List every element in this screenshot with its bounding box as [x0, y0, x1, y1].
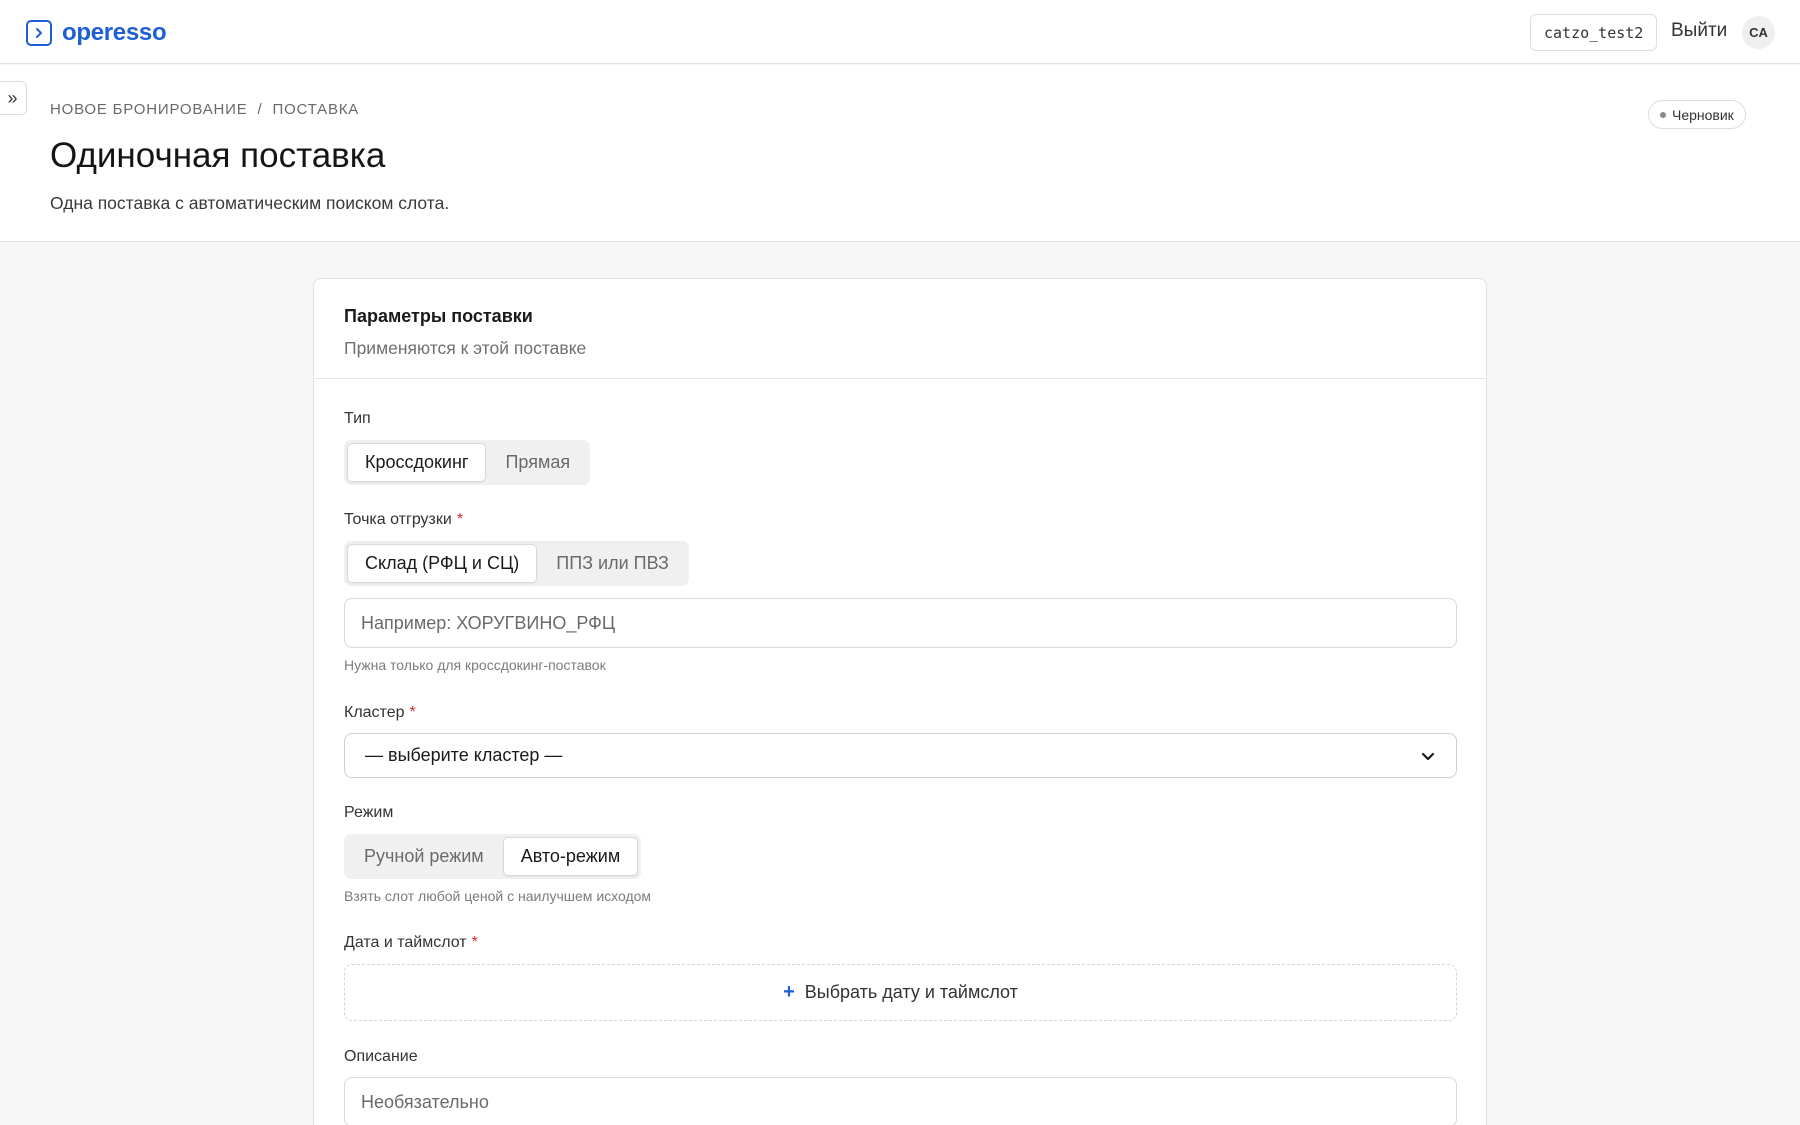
shipment-point-label: Точка отгрузки * [344, 511, 463, 529]
mode-option-auto[interactable]: Авто-режим [502, 837, 639, 876]
datetime-picker-button[interactable]: + Выбрать дату и таймслот [344, 964, 1457, 1021]
shipment-point-segmented-control: Склад (РФЦ и СЦ) ППЗ или ПВЗ [344, 541, 689, 586]
required-mark: * [409, 704, 416, 721]
card-subtitle: Применяются к этой поставке [344, 338, 587, 358]
card-header: Параметры поставки Применяются к этой по… [314, 279, 1486, 379]
status-badge-label: Черновик [1672, 106, 1734, 123]
datetime-picker-label: Выбрать дату и таймслот [804, 982, 1018, 1002]
mode-segmented-control: Ручной режим Авто-режим [344, 834, 642, 879]
mode-option-manual[interactable]: Ручной режим [347, 837, 501, 876]
breadcrumb-separator: / [257, 101, 263, 118]
top-bar: operesso catzo_test2 Выйти CA [0, 0, 1800, 64]
description-label: Описание [344, 1048, 418, 1065]
shipment-point-label-text: Точка отгрузки [344, 511, 452, 528]
status-badge: Черновик [1648, 100, 1746, 129]
avatar[interactable]: CA [1742, 16, 1775, 49]
description-input[interactable] [344, 1077, 1457, 1125]
required-mark: * [471, 934, 478, 951]
page-subtitle: Одна поставка с автоматическим поиском с… [50, 193, 450, 213]
shipment-point-help: Нужна только для кроссдокинг-поставок [344, 657, 606, 673]
breadcrumb: НОВОЕ БРОНИРОВАНИЕ / ПОСТАВКА [50, 101, 359, 118]
mode-help: Взять слот любой ценой с наилучшем исход… [344, 888, 652, 904]
type-option-crossdocking[interactable]: Кроссдокинг [347, 443, 487, 482]
chevron-right-square-icon [26, 20, 52, 46]
shipment-point-option-warehouse[interactable]: Склад (РФЦ и СЦ) [347, 544, 538, 583]
logo[interactable]: operesso [26, 19, 167, 47]
breadcrumb-item-shipment: ПОСТАВКА [272, 101, 360, 118]
type-label: Тип [344, 410, 371, 427]
type-option-direct[interactable]: Прямая [488, 443, 587, 482]
cluster-select-value: — выберите кластер — [365, 745, 563, 765]
shipment-point-option-pickup[interactable]: ППЗ или ПВЗ [539, 544, 686, 583]
page-header: НОВОЕ БРОНИРОВАНИЕ / ПОСТАВКА Одиночная … [0, 65, 1800, 242]
cluster-label: Кластер * [344, 704, 416, 722]
required-mark: * [456, 511, 464, 528]
page-title: Одиночная поставка [50, 136, 386, 175]
cluster-label-text: Кластер [344, 704, 405, 721]
type-segmented-control: Кроссдокинг Прямая [344, 440, 591, 485]
shipment-point-input[interactable] [344, 598, 1457, 648]
breadcrumb-item-new-booking[interactable]: НОВОЕ БРОНИРОВАНИЕ [50, 101, 248, 118]
status-dot-icon [1660, 111, 1666, 118]
cluster-select[interactable]: — выберите кластер — [344, 733, 1457, 778]
logo-text: operesso [62, 19, 167, 46]
mode-label: Режим [344, 804, 394, 821]
username-chip[interactable]: catzo_test2 [1530, 14, 1658, 51]
shipment-params-card: Параметры поставки Применяются к этой по… [313, 278, 1487, 1125]
chevron-down-icon [1421, 752, 1435, 760]
sidebar-toggle-button[interactable]: » [0, 81, 27, 115]
datetime-label: Дата и таймслот * [344, 934, 478, 952]
logout-link[interactable]: Выйти [1671, 20, 1727, 42]
plus-icon: + [783, 981, 795, 1003]
card-title: Параметры поставки [344, 306, 533, 326]
datetime-label-text: Дата и таймслот [344, 934, 467, 951]
